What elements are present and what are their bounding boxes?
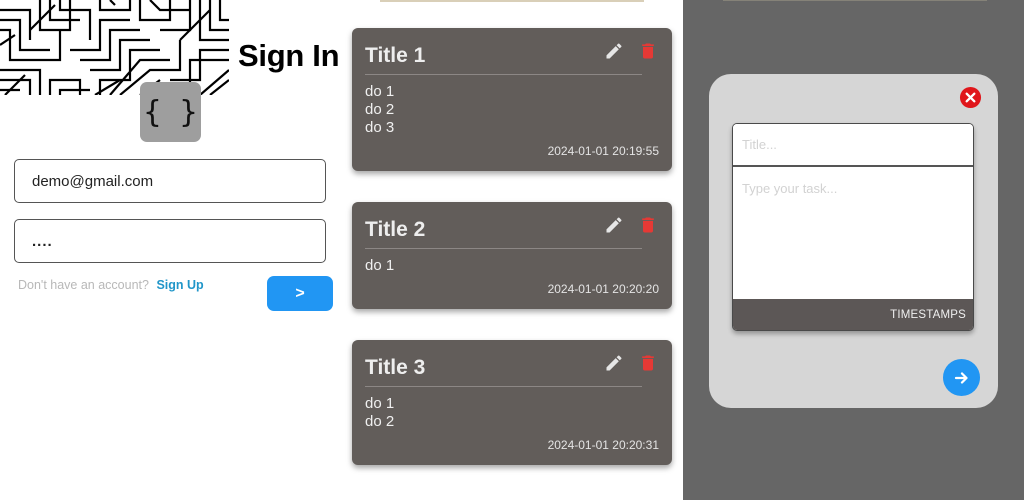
header-pattern-image <box>0 0 229 95</box>
note-card[interactable]: Title 1 do 1 do 2 do 3 2024-01-01 20:19:… <box>352 28 672 171</box>
note-line: do 1 <box>365 83 395 100</box>
top-divider <box>380 0 644 2</box>
top-divider <box>723 0 987 1</box>
pencil-icon[interactable] <box>604 353 624 373</box>
note-timestamp: 2024-01-01 20:19:55 <box>547 144 659 158</box>
timestamps-button[interactable]: TIMESTAMPS <box>733 299 973 330</box>
notes-panel: Title 1 do 1 do 2 do 3 2024-01-01 20:19:… <box>340 0 683 500</box>
task-textarea[interactable] <box>733 169 973 299</box>
timestamps-label: TIMESTAMPS <box>890 308 966 321</box>
password-value: .... <box>32 232 53 250</box>
note-divider <box>365 74 642 75</box>
note-card[interactable]: Title 3 do 1 do 2 2024-01-01 20:20:31 <box>352 340 672 465</box>
signin-submit-button[interactable]: > <box>267 276 333 311</box>
note-title: Title 3 <box>365 356 426 379</box>
note-title: Title 2 <box>365 218 426 241</box>
password-field[interactable]: .... <box>14 219 326 263</box>
note-timestamp: 2024-01-01 20:20:31 <box>547 438 659 452</box>
trash-icon[interactable] <box>638 353 658 373</box>
note-card[interactable]: Title 2 do 1 2024-01-01 20:20:20 <box>352 202 672 309</box>
submit-task-button[interactable] <box>943 359 980 396</box>
signup-link[interactable]: Sign Up <box>156 278 203 292</box>
note-line: do 2 <box>365 413 395 430</box>
modal-overlay: TIMESTAMPS <box>683 0 1024 500</box>
note-line: do 3 <box>365 119 395 136</box>
page-title: Sign In <box>238 38 340 73</box>
note-title: Title 1 <box>365 44 426 67</box>
add-task-dialog: TIMESTAMPS <box>709 74 998 408</box>
email-field[interactable]: demo@gmail.com <box>14 159 326 203</box>
note-timestamp: 2024-01-01 20:20:20 <box>547 282 659 296</box>
trash-icon[interactable] <box>638 41 658 61</box>
signup-row: Don't have an account? Sign Up <box>18 278 204 292</box>
note-divider <box>365 386 642 387</box>
pencil-icon[interactable] <box>604 215 624 235</box>
trash-icon[interactable] <box>638 215 658 235</box>
title-input[interactable] <box>733 124 973 167</box>
task-form: TIMESTAMPS <box>732 123 974 331</box>
signin-panel: Sign In { } demo@gmail.com .... Don't ha… <box>0 0 340 500</box>
email-value: demo@gmail.com <box>32 172 154 190</box>
signup-prompt: Don't have an account? <box>18 278 149 292</box>
note-line: do 2 <box>365 101 395 118</box>
close-circle-icon[interactable] <box>959 86 982 109</box>
note-line: do 1 <box>365 257 395 274</box>
note-line: do 1 <box>365 395 395 412</box>
arrow-right-icon <box>954 371 968 384</box>
note-divider <box>365 248 642 249</box>
curly-braces-icon: { } <box>140 82 201 142</box>
pencil-icon[interactable] <box>604 41 624 61</box>
